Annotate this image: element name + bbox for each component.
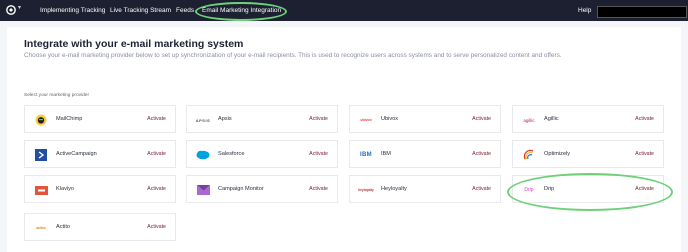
actito-logo-text: actito [36, 226, 46, 230]
top-navigation-bar: ▾ Implementing Tracking Live Tracking St… [0, 0, 688, 21]
nav-live-tracking-stream[interactable]: Live Tracking Stream [110, 0, 171, 21]
highlight-annotation [507, 173, 673, 211]
salesforce-icon [196, 149, 210, 161]
app-logo-icon[interactable] [6, 5, 16, 15]
help-link[interactable]: Help [578, 0, 591, 21]
activate-button[interactable]: Activate [147, 214, 166, 240]
activate-button[interactable]: Activate [472, 106, 491, 132]
chevron-down-icon[interactable]: ▾ [18, 4, 21, 11]
provider-name: Heyloyalty [381, 186, 407, 192]
activate-button[interactable]: Activate [309, 106, 328, 132]
search-input[interactable] [597, 6, 687, 18]
mailchimp-icon [34, 114, 48, 126]
optimizely-icon [522, 149, 536, 161]
provider-name: Optimizely [544, 151, 571, 157]
provider-section-label: Select your marketing provider [24, 93, 90, 98]
klaviyo-icon [34, 184, 48, 196]
activate-button[interactable]: Activate [635, 106, 654, 132]
activate-button[interactable]: Activate [309, 176, 328, 202]
page-subtitle: Choose your e-mail marketing provider be… [24, 52, 562, 59]
provider-card-optimizely[interactable]: Optimizely Activate [512, 140, 664, 168]
provider-name: Actito [56, 224, 70, 230]
campaign-monitor-icon [196, 184, 210, 196]
provider-card-mailchimp[interactable]: MailChimp Activate [24, 105, 176, 133]
provider-card-agillic[interactable]: agillic Agillic Activate [512, 105, 664, 133]
provider-name: Agillic [544, 116, 559, 122]
ubivox-logo-text: ubivox [360, 118, 372, 122]
highlight-annotation [195, 2, 287, 21]
apsis-logo-text: APSIS [195, 117, 211, 123]
activate-button[interactable]: Activate [147, 141, 166, 167]
ubivox-icon: ubivox [359, 114, 373, 126]
activate-button[interactable]: Activate [635, 141, 654, 167]
nav-feeds[interactable]: Feeds [176, 0, 194, 21]
agillic-logo-text: agillic [523, 117, 535, 123]
activate-button[interactable]: Activate [147, 176, 166, 202]
provider-card-klaviyo[interactable]: Klaviyo Activate [24, 175, 176, 203]
provider-card-salesforce[interactable]: Salesforce Activate [186, 140, 338, 168]
agillic-icon: agillic [522, 114, 536, 126]
activate-button[interactable]: Activate [147, 106, 166, 132]
activecampaign-icon [34, 149, 48, 161]
provider-name: Campaign Monitor [218, 186, 264, 192]
provider-card-ubivox[interactable]: ubivox Ubivox Activate [349, 105, 501, 133]
heyloyalty-icon: heyloyalty [358, 184, 374, 196]
provider-name: IBM [381, 151, 391, 157]
provider-name: Salesforce [218, 151, 245, 157]
activate-button[interactable]: Activate [309, 141, 328, 167]
page-title: Integrate with your e-mail marketing sys… [24, 38, 244, 50]
provider-name: Ubivox [381, 116, 399, 122]
apsis-icon: APSIS [196, 114, 210, 126]
provider-name: ActiveCampaign [56, 151, 97, 157]
activate-button[interactable]: Activate [472, 176, 491, 202]
provider-card-activecampaign[interactable]: ActiveCampaign Activate [24, 140, 176, 168]
provider-name: Apsis [218, 116, 232, 122]
provider-card-heyloyalty[interactable]: heyloyalty Heyloyalty Activate [349, 175, 501, 203]
provider-name: MailChimp [56, 116, 83, 122]
heyloyalty-logo-text: heyloyalty [358, 188, 374, 192]
provider-card-campaign-monitor[interactable]: Campaign Monitor Activate [186, 175, 338, 203]
provider-card-apsis[interactable]: APSIS Apsis Activate [186, 105, 338, 133]
provider-card-actito[interactable]: actito Actito Activate [24, 213, 176, 241]
actito-icon: actito [34, 222, 48, 234]
ibm-icon: IBM [359, 149, 373, 161]
nav-implementing-tracking[interactable]: Implementing Tracking [40, 0, 105, 21]
activate-button[interactable]: Activate [472, 141, 491, 167]
provider-card-ibm[interactable]: IBM IBM Activate [349, 140, 501, 168]
provider-name: Klaviyo [56, 186, 75, 192]
ibm-logo-text: IBM [360, 152, 372, 158]
